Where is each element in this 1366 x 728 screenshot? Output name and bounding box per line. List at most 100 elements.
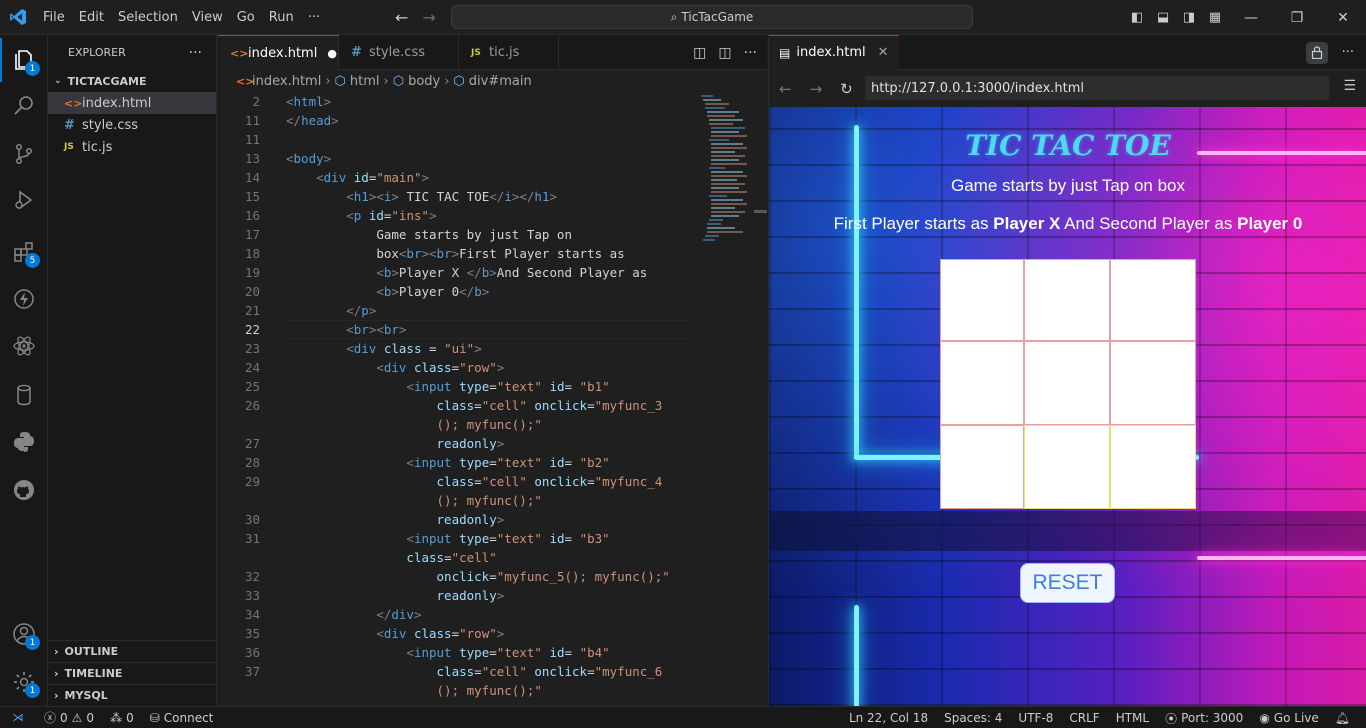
manage-activity[interactable]: 1 (0, 660, 48, 704)
board-cell-b6[interactable] (1110, 341, 1196, 425)
code-text: <b>Player X </b>And Second Player as (376, 265, 648, 280)
database-icon: ⛁ (149, 710, 160, 725)
back-arrow-icon[interactable]: ← (395, 8, 408, 27)
code-text: readonly> (436, 436, 505, 451)
code-line: 26 class="cell" onclick="myfunc_3 (218, 396, 698, 415)
toggle-secondary-sidebar-icon[interactable]: ◨ (1176, 10, 1202, 25)
run-debug-activity[interactable] (0, 178, 48, 222)
code-line: 21 </p> (218, 301, 698, 320)
unsaved-dot-icon[interactable]: ● (327, 47, 337, 60)
board-cell-b4[interactable] (940, 341, 1024, 425)
explorer-more-button[interactable]: ··· (189, 45, 202, 61)
file-tic-js[interactable]: JS tic.js (48, 136, 216, 158)
manage-badge: 1 (25, 683, 40, 698)
menu-view[interactable]: View (185, 0, 230, 35)
accounts-activity[interactable]: 1 (0, 612, 48, 656)
close-icon[interactable]: ✕ (878, 45, 889, 60)
breadcrumb-item[interactable]: body (408, 74, 440, 89)
menu-file[interactable]: File (36, 0, 72, 35)
restore-icon[interactable]: ❐ (1274, 10, 1320, 26)
source-control-activity[interactable] (0, 132, 48, 176)
breadcrumb-item[interactable]: div#main (469, 74, 532, 89)
search-activity[interactable] (0, 84, 48, 128)
code-text: box<br><br>First Player starts as (376, 246, 625, 261)
indentation[interactable]: Spaces: 4 (936, 711, 1010, 725)
split-editor-icon[interactable]: ◫ (718, 45, 731, 61)
code-line: 35 <div class="row"> (218, 624, 698, 643)
preview-icon: ▤ (779, 45, 791, 60)
customize-layout-icon[interactable]: ▦ (1202, 10, 1228, 25)
forward-arrow-icon[interactable]: → (422, 8, 435, 27)
line-number (218, 491, 260, 510)
board-cell-b7[interactable] (940, 425, 1024, 509)
chevron-down-icon: ⌄ (54, 76, 62, 86)
file-style-css[interactable]: # style.css (48, 114, 216, 136)
tab-style-css[interactable]: # style.css (339, 35, 459, 70)
python-activity[interactable] (0, 420, 48, 464)
board-cell-b3[interactable] (1110, 259, 1196, 341)
search-icon: ⌕ (670, 9, 678, 24)
code-line: 20 <b>Player 0</b> (218, 282, 698, 301)
code-line: (); myfunc();" (218, 491, 698, 510)
file-index-html[interactable]: <> index.html (48, 92, 216, 114)
explorer-activity[interactable]: 1 (0, 38, 48, 82)
extensions-activity[interactable]: 5 (0, 230, 48, 274)
github-activity[interactable] (0, 468, 48, 512)
code-text: class="cell" onclick="myfunc_3 (436, 398, 663, 413)
reset-button[interactable]: RESET (1020, 563, 1115, 603)
code-area[interactable]: 2 <html> 11 </head> 11 13 <body> 14 <div id… (218, 92, 698, 706)
menu-edit[interactable]: Edit (72, 0, 111, 35)
toggle-panel-icon[interactable]: ⬓ (1150, 10, 1176, 25)
cursor-position[interactable]: Ln 22, Col 18 (841, 711, 936, 725)
connect-status[interactable]: ⛁ Connect (142, 711, 222, 725)
command-center[interactable]: ⌕ TicTacGame (451, 5, 973, 29)
lock-icon[interactable] (1305, 41, 1328, 64)
ports-status[interactable]: ⁂ 0 (102, 711, 142, 725)
editor-more-button[interactable]: ··· (744, 45, 757, 61)
reload-icon[interactable]: ↻ (840, 80, 853, 98)
breadcrumb-item[interactable]: html (350, 74, 380, 89)
react-activity[interactable] (0, 324, 48, 368)
workspace-folder[interactable]: ⌄ TICTACGAME (48, 70, 216, 92)
encoding[interactable]: UTF-8 (1010, 711, 1061, 725)
notifications-bell-icon[interactable]: 🔔︎ (1327, 711, 1358, 725)
thunder-client-activity[interactable] (0, 277, 48, 321)
toggle-primary-sidebar-icon[interactable]: ◧ (1124, 10, 1150, 25)
line-number: 15 (244, 189, 260, 204)
board-cell-b9[interactable] (1110, 425, 1196, 509)
database-activity[interactable] (0, 373, 48, 417)
url-bar[interactable]: http://127.0.0.1:3000/index.html (865, 76, 1329, 100)
end-of-line[interactable]: CRLF (1061, 711, 1107, 725)
port-status[interactable]: ⦿ Port: 3000 (1157, 710, 1251, 727)
preview-actions: ··· (1305, 35, 1354, 70)
outline-section[interactable]: › OUTLINE (48, 640, 217, 662)
language-mode[interactable]: HTML (1108, 711, 1157, 725)
tab-index-html[interactable]: <> index.html ● (218, 35, 339, 70)
go-live-button[interactable]: ◉ Go Live (1251, 711, 1326, 725)
forward-arrow-icon[interactable]: → (810, 80, 823, 98)
board-cell-b8[interactable] (1024, 425, 1110, 509)
hamburger-menu-icon[interactable]: ☰ (1343, 78, 1356, 94)
breadcrumb-item[interactable]: index.html (252, 74, 321, 89)
minimap[interactable] (699, 92, 753, 292)
menu-run[interactable]: Run (262, 0, 301, 35)
minimize-icon[interactable]: — (1228, 10, 1274, 26)
board-cell-b1[interactable] (940, 259, 1024, 341)
mysql-section[interactable]: › MYSQL (48, 684, 217, 706)
editor-scrollbar[interactable] (754, 92, 767, 706)
menu-more[interactable]: ··· (301, 0, 327, 35)
preview-more-button[interactable]: ··· (1342, 45, 1354, 60)
close-window-icon[interactable]: ✕ (1320, 10, 1366, 26)
back-arrow-icon[interactable]: ← (779, 80, 792, 98)
problems-status[interactable]: ⓧ 0 ⚠ 0 (36, 709, 102, 726)
remote-indicator[interactable]: ⋊ (0, 707, 36, 728)
tab-preview-index-html[interactable]: ▤ index.html ✕ (769, 34, 899, 70)
board-cell-b5[interactable] (1024, 341, 1110, 425)
open-preview-icon[interactable]: ◫ (693, 45, 706, 61)
menu-go[interactable]: Go (230, 0, 262, 35)
menu-selection[interactable]: Selection (111, 0, 185, 35)
scrollbar-thumb[interactable] (754, 210, 767, 213)
board-cell-b2[interactable] (1024, 259, 1110, 341)
tab-tic-js[interactable]: JS tic.js (459, 35, 559, 70)
timeline-section[interactable]: › TIMELINE (48, 662, 217, 684)
